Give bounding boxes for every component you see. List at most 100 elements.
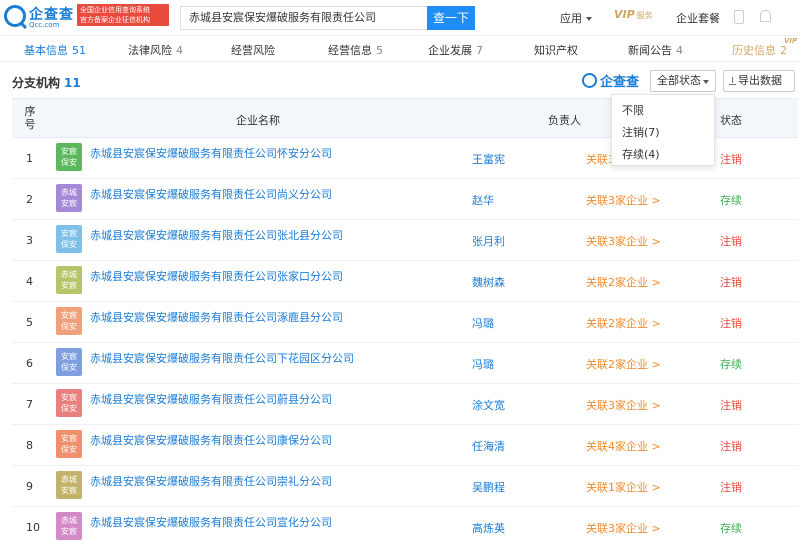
person-link[interactable]: 冯璐 xyxy=(472,356,494,372)
tab-label: 法律风险 xyxy=(128,44,172,57)
tab-business-info[interactable]: 经营信息 5 xyxy=(328,42,383,58)
company-avatar[interactable]: 安宸 保安 xyxy=(56,389,82,417)
tab-ip[interactable]: 知识产权 xyxy=(534,42,582,58)
associated-companies-link[interactable]: 关联3家企业 > xyxy=(586,233,661,249)
company-avatar[interactable]: 安宸 保安 xyxy=(56,348,82,376)
company-name-link[interactable]: 赤城县安宸保安爆破服务有限责任公司蔚县分公司 xyxy=(90,391,332,407)
section-logo-text: 企查查 xyxy=(600,75,640,90)
company-avatar[interactable]: 安宸 保安 xyxy=(56,307,82,335)
person-link[interactable]: 张月利 xyxy=(472,233,505,249)
person-link[interactable]: 高炼英 xyxy=(472,520,505,536)
avatar-line-2: 保安 xyxy=(61,240,77,249)
company-name-link[interactable]: 赤城县安宸保安爆破服务有限责任公司尚义分公司 xyxy=(90,186,332,202)
row-index: 9 xyxy=(26,480,33,493)
export-label: 导出数据 xyxy=(738,74,782,87)
tab-business-risk[interactable]: 经营风险 xyxy=(231,42,279,58)
bell-icon[interactable] xyxy=(760,10,771,22)
download-icon xyxy=(729,77,736,85)
person-link[interactable]: 冯璐 xyxy=(472,315,494,331)
header-person: 负责人 xyxy=(548,114,581,127)
avatar-line-2: 安宸 xyxy=(61,527,77,536)
tab-label: 历史信息 xyxy=(732,44,776,57)
dropdown-option-cancelled[interactable]: 注销(7) xyxy=(622,124,660,140)
tab-news[interactable]: 新闻公告 4 xyxy=(628,42,683,58)
row-index: 2 xyxy=(26,193,33,206)
associated-companies-link[interactable]: 关联2家企业 > xyxy=(586,315,661,331)
header-index: 序号 xyxy=(24,105,36,131)
dropdown-option-all[interactable]: 不限 xyxy=(622,102,644,118)
nav-vip[interactable]: VIP 服务 xyxy=(614,8,653,21)
associated-companies-link[interactable]: 关联1家企业 > xyxy=(586,479,661,495)
avatar-line-2: 安宸 xyxy=(61,199,77,208)
table-row: 3 安宸 保安 赤城县安宸保安爆破服务有限责任公司张北县分公司 张月利 关联3家企业 > 注… xyxy=(12,220,798,261)
tab-count: 4 xyxy=(676,44,683,57)
company-avatar[interactable]: 赤城 安宸 xyxy=(56,184,82,212)
phone-icon[interactable] xyxy=(734,10,744,24)
site-logo[interactable]: 企查查 Qcc.com xyxy=(4,4,74,30)
search-input[interactable]: 赤城县安宸保安爆破服务有限责任公司 xyxy=(180,6,427,30)
row-index: 8 xyxy=(26,439,33,452)
search-button[interactable]: 查一下 xyxy=(427,6,475,30)
status-label: 注销 xyxy=(720,276,742,289)
logo-subtext: Qcc.com xyxy=(29,21,60,29)
company-avatar[interactable]: 赤城 安宸 xyxy=(56,266,82,294)
company-avatar[interactable]: 安宸 保安 xyxy=(56,143,82,171)
status-label: 存续 xyxy=(720,358,742,371)
person-link[interactable]: 涂文宽 xyxy=(472,397,505,413)
person-link[interactable]: 赵华 xyxy=(472,192,494,208)
row-index: 1 xyxy=(26,152,33,165)
company-name-link[interactable]: 赤城县安宸保安爆破服务有限责任公司宣化分公司 xyxy=(90,514,332,530)
person-link[interactable]: 任海清 xyxy=(472,438,505,454)
company-name-link[interactable]: 赤城县安宸保安爆破服务有限责任公司涿鹿县分公司 xyxy=(90,309,343,325)
status-label: 注销 xyxy=(720,399,742,412)
company-name-link[interactable]: 赤城县安宸保安爆破服务有限责任公司下花园区分公司 xyxy=(90,350,354,366)
company-name-link[interactable]: 赤城县安宸保安爆破服务有限责任公司张家口分公司 xyxy=(90,268,343,284)
nav-vip-label: VIP xyxy=(614,8,635,21)
table-row: 4 赤城 安宸 赤城县安宸保安爆破服务有限责任公司张家口分公司 魏树森 关联2家企业 > 注… xyxy=(12,261,798,302)
status-label: 注销 xyxy=(720,317,742,330)
company-name-link[interactable]: 赤城县安宸保安爆破服务有限责任公司崇礼分公司 xyxy=(90,473,332,489)
company-name-link[interactable]: 赤城县安宸保安爆破服务有限责任公司康保分公司 xyxy=(90,432,332,448)
associated-companies-link[interactable]: 关联3家企业 > xyxy=(586,192,661,208)
company-avatar[interactable]: 安宸 保安 xyxy=(56,225,82,253)
associated-companies-link[interactable]: 关联2家企业 > xyxy=(586,356,661,372)
avatar-line-1: 安宸 xyxy=(61,434,77,443)
section-title: 分支机构 11 xyxy=(12,74,81,91)
dropdown-option-active[interactable]: 存续(4) xyxy=(622,146,660,162)
table-row: 9 赤城 安宸 赤城县安宸保安爆破服务有限责任公司崇礼分公司 吴鹏程 关联1家企业 > 注销 xyxy=(12,466,798,507)
tab-history[interactable]: 历史信息 2 xyxy=(732,42,787,58)
tab-count: 7 xyxy=(476,44,483,57)
export-button[interactable]: 导出数据 xyxy=(723,70,795,92)
section-count: 11 xyxy=(64,76,81,90)
person-link[interactable]: 吴鹏程 xyxy=(472,479,505,495)
tab-label: 基本信息 xyxy=(24,44,68,57)
tab-development[interactable]: 企业发展 7 xyxy=(428,42,483,58)
company-avatar[interactable]: 安宸 保安 xyxy=(56,430,82,458)
associated-companies-link[interactable]: 关联4家企业 > xyxy=(586,438,661,454)
header-status: 状态 xyxy=(720,114,742,127)
status-label: 注销 xyxy=(720,153,742,166)
row-index: 10 xyxy=(26,521,40,534)
company-avatar[interactable]: 赤城 安宸 xyxy=(56,512,82,540)
person-link[interactable]: 王富宪 xyxy=(472,151,505,167)
associated-companies-link[interactable]: 关联3家企业 > xyxy=(586,397,661,413)
person-link[interactable]: 魏树森 xyxy=(472,274,505,290)
tab-basic-info[interactable]: 基本信息 51 xyxy=(24,42,86,58)
nav-app-menu[interactable]: 应用 xyxy=(560,10,592,26)
table-row: 2 赤城 安宸 赤城县安宸保安爆破服务有限责任公司尚义分公司 赵华 关联3家企业 > 存续 xyxy=(12,179,798,220)
company-avatar[interactable]: 赤城 安宸 xyxy=(56,471,82,499)
nav-enterprise-package[interactable]: 企业套餐 xyxy=(676,10,720,26)
tab-legal-risk[interactable]: 法律风险 4 xyxy=(128,42,183,58)
associated-companies-link[interactable]: 关联3家企业 > xyxy=(586,520,661,536)
company-name-link[interactable]: 赤城县安宸保安爆破服务有限责任公司张北县分公司 xyxy=(90,227,343,243)
status-filter-dropdown[interactable]: 全部状态 xyxy=(650,70,716,92)
table-row: 6 安宸 保安 赤城县安宸保安爆破服务有限责任公司下花园区分公司 冯璐 关联2家企业 > 存… xyxy=(12,343,798,384)
avatar-line-1: 安宸 xyxy=(61,229,77,238)
status-label: 注销 xyxy=(720,481,742,494)
vip-mark: VIP xyxy=(784,37,798,45)
company-name-link[interactable]: 赤城县安宸保安爆破服务有限责任公司怀安分公司 xyxy=(90,145,332,161)
avatar-line-2: 保安 xyxy=(61,322,77,331)
avatar-line-2: 保安 xyxy=(61,363,77,372)
avatar-line-1: 安宸 xyxy=(61,147,77,156)
associated-companies-link[interactable]: 关联2家企业 > xyxy=(586,274,661,290)
